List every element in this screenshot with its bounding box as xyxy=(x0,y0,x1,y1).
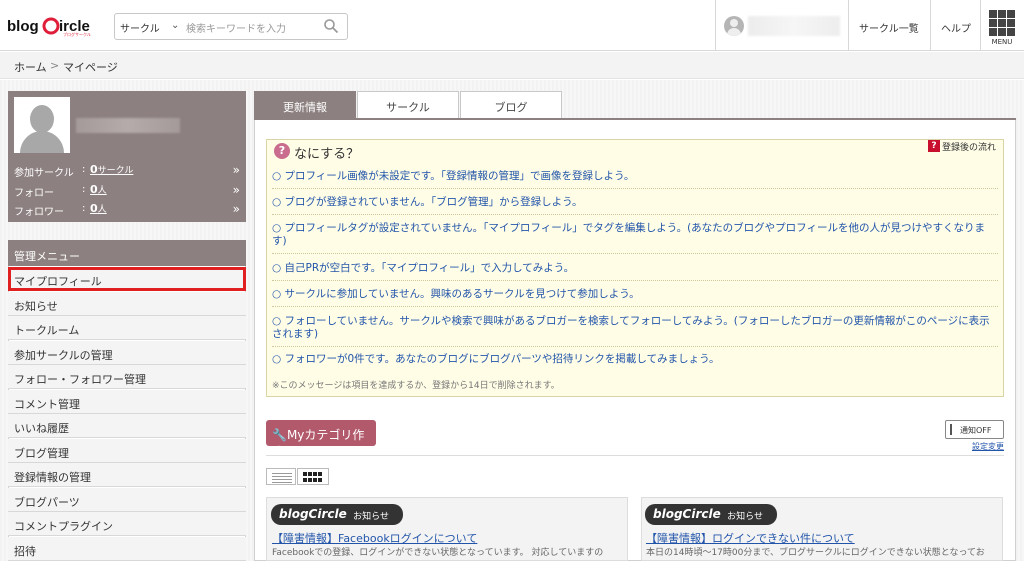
blogcircle-logo: blogCircle xyxy=(279,507,347,521)
sidebar-item-talk-room[interactable]: トークルーム xyxy=(8,316,246,340)
sidebar-item-like-history[interactable]: いいね履歴 xyxy=(8,414,246,438)
menu-label: MENU xyxy=(991,38,1013,46)
notice-item[interactable]: ○ プロフィール画像が未設定です。「登録情報の管理」で画像を登録しよう。 xyxy=(272,170,998,189)
header-divider xyxy=(980,0,981,51)
circle-list-link[interactable]: サークル一覧 xyxy=(859,20,919,35)
tab-blog[interactable]: ブログ xyxy=(460,91,562,119)
settings-change-link[interactable]: 設定変更 xyxy=(972,441,1004,452)
sidebar-item-invite[interactable]: 招待 xyxy=(8,537,246,561)
registration-flow-link[interactable]: ? 登録後の流れ xyxy=(928,140,996,154)
chevron-down-icon[interactable]: ⌄ xyxy=(171,20,179,31)
notice-item[interactable]: ○ サークルに参加していません。興味のあるサークルを見つけて参加しよう。 xyxy=(272,288,998,307)
user-name-blurred[interactable] xyxy=(748,16,840,36)
user-avatar[interactable] xyxy=(724,16,744,36)
blogcircle-logo: blogCircle xyxy=(653,507,721,521)
menu-button[interactable]: MENU xyxy=(987,10,1017,46)
profile-avatar-placeholder[interactable] xyxy=(14,97,70,153)
search-category[interactable]: サークル xyxy=(120,20,160,35)
header-divider xyxy=(930,0,931,51)
news-badge: blogCircle お知らせ xyxy=(645,504,777,525)
svg-text:blog: blog xyxy=(7,18,39,35)
header-divider xyxy=(715,0,716,51)
grid-view-toggle[interactable] xyxy=(297,468,329,485)
sidebar-item-comment-management[interactable]: コメント管理 xyxy=(8,390,246,414)
profile-circles-count[interactable]: 0サークル xyxy=(90,163,133,176)
profile-follower-count[interactable]: 0人 xyxy=(90,202,107,215)
profile-row-circles[interactable]: 参加サークル : 0サークル » xyxy=(14,162,242,179)
profile-row-follow[interactable]: フォロー : 0人 » xyxy=(14,182,242,199)
question-icon: ? xyxy=(274,143,290,159)
help-link[interactable]: ヘルプ xyxy=(941,20,971,35)
list-view-toggle[interactable] xyxy=(266,468,296,485)
notice-title: なにする？ xyxy=(294,147,360,162)
toggle-handle[interactable] xyxy=(950,424,952,435)
logo-sub: ブログサークル xyxy=(63,31,91,37)
sidebar-item-blog-management[interactable]: ブログ管理 xyxy=(8,439,246,463)
sidebar-item-my-profile[interactable]: マイプロフィール xyxy=(8,267,246,291)
notice-footer: ※このメッセージは項目を達成するか、登録から14日で削除されます。 xyxy=(272,381,560,391)
notify-toggle[interactable]: 通知OFF xyxy=(945,420,1004,439)
search-input[interactable]: 検索キーワードを入力 xyxy=(186,20,286,35)
sidebar-item-follow-management[interactable]: フォロー・フォロワー管理 xyxy=(8,365,246,389)
blogcircle-logo[interactable]: blog ircle ブログサークル xyxy=(7,15,99,37)
sidebar-item-circle-management[interactable]: 参加サークルの管理 xyxy=(8,341,246,365)
notice-item[interactable]: ○ ブログが登録されていません。「ブログ管理」から登録しよう。 xyxy=(272,196,998,215)
notice-item[interactable]: ○ プロフィールタグが設定されていません。「マイプロフィール」でタグを編集しよう… xyxy=(272,222,998,254)
profile-row-follower[interactable]: フォロワー : 0人 » xyxy=(14,201,242,218)
sidebar-title: 管理メニュー xyxy=(8,240,246,266)
notice-item[interactable]: ○ 自己PRが空白です。「マイプロフィール」で入力してみよう。 xyxy=(272,262,998,281)
tab-updates[interactable]: 更新情報 xyxy=(254,91,356,119)
search-icon[interactable] xyxy=(323,18,339,34)
sidebar-item-blog-parts[interactable]: ブログパーツ xyxy=(8,488,246,512)
news-title-link[interactable]: 【障害情報】ログインできない件について xyxy=(646,530,855,546)
grid-menu-icon xyxy=(989,10,1015,36)
divider xyxy=(266,455,1004,456)
wrench-icon: 🔧 xyxy=(272,428,287,442)
sidebar-item-comment-plugin[interactable]: コメントプラグイン xyxy=(8,512,246,536)
notice-item[interactable]: ○ フォロワーが0件です。あなたのブログにブログパーツや招待リンクを掲載してみま… xyxy=(272,353,998,371)
my-category-button[interactable]: 🔧Myカテゴリ作成 xyxy=(266,420,376,459)
sidebar-item-account-info[interactable]: 登録情報の管理 xyxy=(8,463,246,487)
double-chevron-right-icon[interactable]: » xyxy=(233,183,240,197)
top-header: blog ircle ブログサークル サークル ⌄ 検索キーワードを入力 サーク… xyxy=(0,0,1024,51)
double-chevron-right-icon[interactable]: » xyxy=(233,202,240,216)
news-badge: blogCircle お知らせ xyxy=(271,504,403,525)
breadcrumb: ホーム > マイページ xyxy=(0,52,1024,79)
search-box[interactable]: サークル ⌄ 検索キーワードを入力 xyxy=(114,13,348,40)
breadcrumb-separator: > xyxy=(50,59,60,72)
profile-follow-count[interactable]: 0人 xyxy=(90,183,107,196)
breadcrumb-home[interactable]: ホーム xyxy=(14,59,47,75)
tab-circle[interactable]: サークル xyxy=(357,91,459,119)
breadcrumb-current: マイページ xyxy=(63,61,118,74)
question-badge-icon: ? xyxy=(928,140,940,152)
header-divider xyxy=(848,0,849,51)
sidebar-item-notices[interactable]: お知らせ xyxy=(8,292,246,316)
double-chevron-right-icon[interactable]: » xyxy=(233,163,240,177)
news-body: Facebookでの登録、ログインができない状態となっています。 対応しています… xyxy=(272,548,604,558)
news-body: 本日の14時頃～17時00分まで、ブログサークルにログインできない状態となってお xyxy=(646,548,985,558)
news-title-link[interactable]: 【障害情報】Facebookログインについて xyxy=(272,530,477,546)
profile-card: 参加サークル : 0サークル » フォロー : 0人 » フォロワー : 0人 … xyxy=(8,91,246,222)
profile-name-blurred xyxy=(76,118,180,133)
notice-item[interactable]: ○ フォローしていません。サークルや検索で興味があるブロガーを検索してフォローし… xyxy=(272,315,998,347)
